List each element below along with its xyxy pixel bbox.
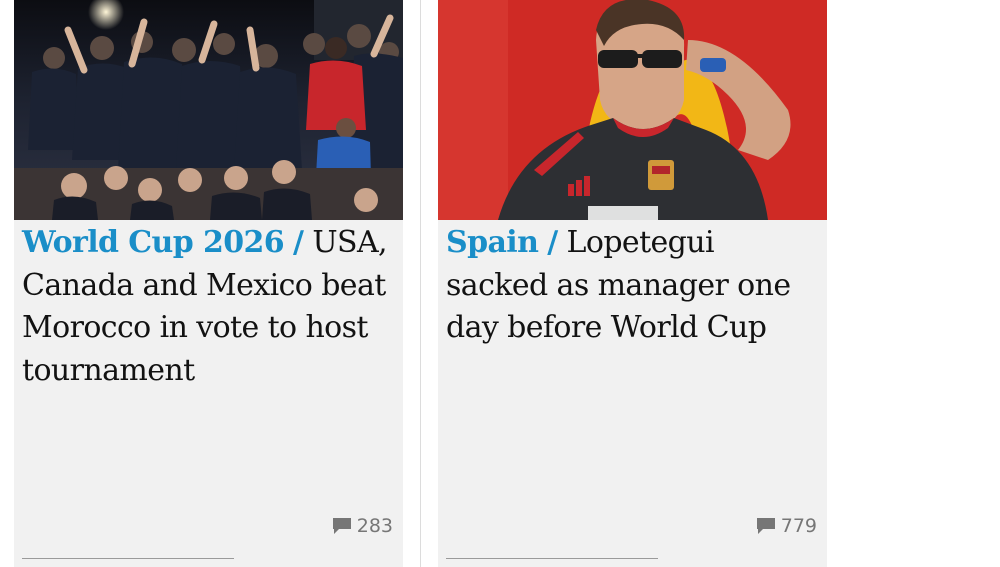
story-photo-celebration[interactable] xyxy=(14,0,403,220)
card-bottom-rule xyxy=(446,558,658,559)
story-kicker[interactable]: World Cup 2026 xyxy=(22,225,285,260)
speech-bubble-icon xyxy=(332,517,352,535)
story-card-spain[interactable]: Spain / Lopetegui sacked as manager one … xyxy=(438,0,827,567)
speech-bubble-icon xyxy=(756,517,776,535)
story-headline[interactable]: World Cup 2026 / USA, Canada and Mexico … xyxy=(22,222,395,392)
comment-count: 283 xyxy=(356,515,393,537)
story-kicker[interactable]: Spain xyxy=(446,225,539,260)
card-bottom-rule xyxy=(22,558,234,559)
comment-count: 779 xyxy=(780,515,817,537)
kicker-separator: / xyxy=(547,225,558,260)
comment-count-link[interactable]: 283 xyxy=(332,515,393,537)
story-card-world-cup-2026[interactable]: World Cup 2026 / USA, Canada and Mexico … xyxy=(14,0,403,567)
story-headline[interactable]: Spain / Lopetegui sacked as manager one … xyxy=(446,222,819,350)
column-divider xyxy=(420,0,421,567)
story-photo-lopetegui[interactable] xyxy=(438,0,827,220)
comment-count-link[interactable]: 779 xyxy=(756,515,817,537)
kicker-separator: / xyxy=(293,225,304,260)
